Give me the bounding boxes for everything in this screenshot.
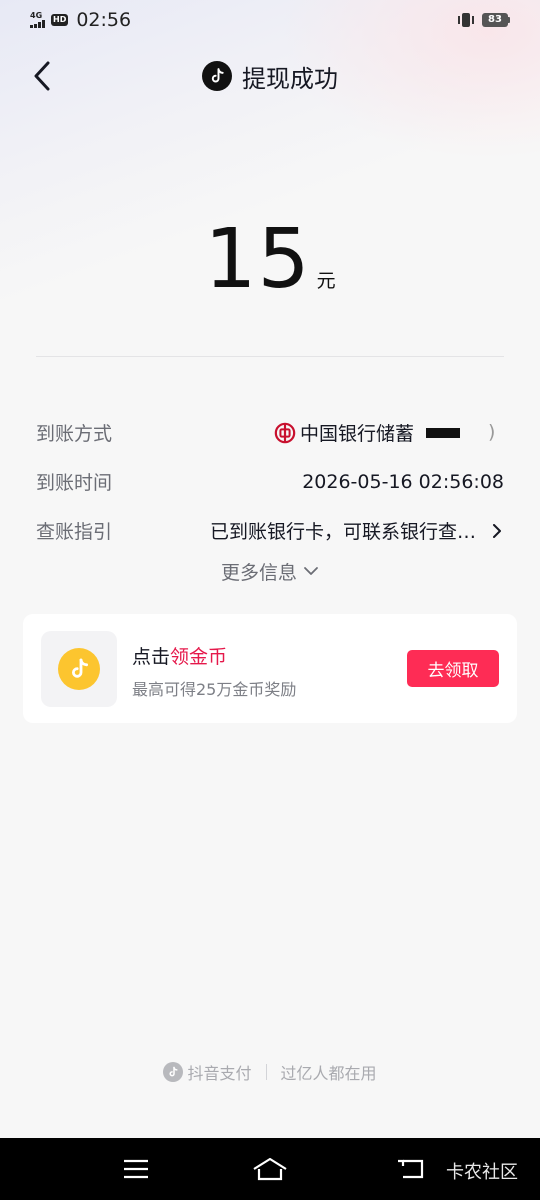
clock: 02:56 bbox=[76, 9, 132, 31]
header: 提现成功 bbox=[0, 50, 540, 102]
card-subtitle: 最高可得25万金币奖励 bbox=[132, 680, 297, 699]
guide-text: 已到账银行卡，可联系银行查… bbox=[209, 521, 476, 543]
card-title-prefix: 点击 bbox=[132, 646, 171, 668]
divider bbox=[36, 356, 504, 357]
signal-icon: 4G bbox=[30, 12, 45, 28]
details-list: 到账方式 中国银行储蓄 到账时间 2026-05-16 02:56:08 查账指… bbox=[36, 408, 504, 555]
more-info-toggle[interactable]: 更多信息 bbox=[0, 556, 540, 586]
withdraw-success-page: 4G HD 02:56 83 提现成功 15 元 到账方式 中国银行储蓄) 到… bbox=[0, 0, 540, 1200]
nav-menu-button[interactable] bbox=[120, 1152, 152, 1186]
footer-brand: 抖音支付 过亿人都在用 bbox=[0, 1060, 540, 1084]
system-nav-bar: 卡农社区 bbox=[0, 1138, 540, 1200]
watermark: 卡农社区 bbox=[446, 1162, 518, 1183]
card-title: 点击领金币 bbox=[132, 642, 227, 669]
detail-label: 查账指引 bbox=[36, 521, 113, 543]
douyin-pay-icon bbox=[163, 1062, 184, 1082]
detail-row-time: 到账时间 2026-05-16 02:56:08 bbox=[36, 457, 504, 506]
hd-badge: HD bbox=[51, 14, 69, 26]
douyin-logo-icon bbox=[202, 61, 232, 91]
back-arrow-icon bbox=[398, 1159, 424, 1179]
detail-label: 到账时间 bbox=[36, 472, 113, 494]
battery-level: 83 bbox=[482, 13, 508, 27]
status-right: 83 bbox=[458, 13, 510, 27]
battery-icon: 83 bbox=[482, 13, 510, 27]
claim-button[interactable]: 去领取 bbox=[407, 650, 499, 687]
menu-icon bbox=[124, 1159, 148, 1179]
gold-coin-icon bbox=[58, 648, 100, 690]
bank-of-china-icon bbox=[274, 422, 296, 443]
detail-value: 2026-05-16 02:56:08 bbox=[302, 470, 504, 493]
amount-display: 15 元 bbox=[0, 205, 540, 305]
vibrate-icon bbox=[458, 13, 474, 27]
brand-name: 抖音支付 bbox=[187, 1064, 252, 1083]
network-type: 4G bbox=[30, 11, 43, 20]
detail-value: 已到账银行卡，可联系银行查… bbox=[210, 517, 504, 544]
detail-label: 到账方式 bbox=[36, 423, 113, 445]
masked-tail bbox=[482, 421, 504, 443]
footer-separator bbox=[265, 1064, 267, 1080]
card-title-highlight: 领金币 bbox=[170, 646, 228, 668]
detail-value: 中国银行储蓄 bbox=[274, 419, 504, 446]
chevron-right-icon bbox=[493, 523, 501, 538]
page-title: 提现成功 bbox=[242, 64, 338, 93]
coin-tile bbox=[41, 631, 117, 707]
title-wrap: 提现成功 bbox=[0, 58, 540, 94]
masked-card-number bbox=[426, 427, 460, 438]
chevron-down-icon bbox=[304, 567, 318, 575]
status-left: 4G HD 02:56 bbox=[30, 9, 131, 31]
coin-task-card: 点击领金币 最高可得25万金币奖励 去领取 bbox=[23, 614, 517, 723]
detail-row-guide[interactable]: 查账指引 已到账银行卡，可联系银行查… bbox=[36, 506, 504, 555]
nav-home-button[interactable] bbox=[250, 1152, 290, 1186]
amount-value: 15 bbox=[204, 212, 311, 307]
more-info-label: 更多信息 bbox=[220, 561, 297, 584]
brand-slogan: 过亿人都在用 bbox=[280, 1064, 377, 1083]
detail-row-method: 到账方式 中国银行储蓄 bbox=[36, 408, 504, 457]
bank-name: 中国银行储蓄 bbox=[299, 423, 414, 445]
status-bar: 4G HD 02:56 83 bbox=[0, 0, 540, 40]
amount-unit: 元 bbox=[316, 270, 336, 292]
nav-back-button[interactable] bbox=[394, 1152, 428, 1186]
home-icon bbox=[253, 1157, 287, 1181]
